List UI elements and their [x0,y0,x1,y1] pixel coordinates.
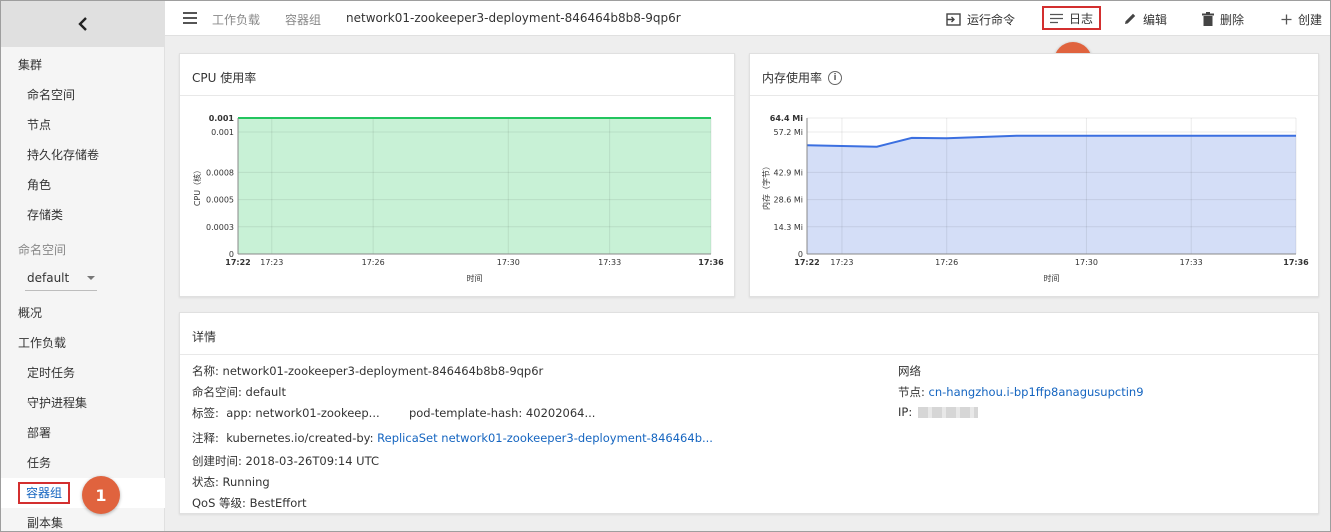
sidebar-item-cronjobs[interactable]: 定时任务 [1,357,165,387]
memory-usage-card: 内存使用率 i 0 14.3 Mi 28.6 Mi 42.9 Mi 57.2 Mi 64.… [749,53,1319,297]
detail-status: 状态: Running [192,475,270,489]
namespace-select[interactable]: default [25,265,97,291]
cpu-y-tick-label: 0.0003 [206,223,234,232]
cpu-x-tick-label: 17:26 [362,258,385,267]
label-chip-hash[interactable]: pod-template-hash: 40202064... [409,406,596,420]
caret-down-icon [87,275,95,280]
replicaset-link[interactable]: ReplicaSet network01-zookeeper3-deployme… [377,431,713,445]
mem-y-tick-label: 42.9 Mi [774,168,803,177]
detail-qos: QoS 等级: BestEffort [192,496,307,510]
mem-y-tick-label: 64.4 Mi [770,114,803,123]
menu-icon[interactable] [183,12,197,24]
exec-button[interactable]: 运行命令 [946,9,1015,29]
detail-namespace: 命名空间: default [192,385,286,399]
topbar: 工作负载 容器组 network01-zookeeper3-deployment… [165,1,1330,36]
logs-button[interactable]: 日志 [1042,6,1102,30]
cpu-y-axis-label: CPU（核） [192,166,202,206]
exec-icon [946,12,961,26]
sidebar: 集群 命名空间 节点 持久化存储卷 角色 存储类 命名空间 default 概况… [1,1,165,531]
cpu-usage-card: CPU 使用率 0 0.0003 0.0005 0.0008 0.001 0.001 17:… [179,53,735,297]
detail-created: 创建时间: 2018-03-26T09:14 UTC [192,454,379,468]
annotation-badge-1: 1 [82,476,120,514]
detail-labels: 标签: app: network01-zookeep... pod-templa… [192,406,596,420]
cpu-area [238,118,711,254]
cpu-x-tick-label: 17:23 [260,258,283,267]
mem-x-tick-label: 17:30 [1075,258,1098,267]
mem-y-tick-label: 28.6 Mi [774,196,803,205]
sidebar-item-replicasets[interactable]: 副本集 [1,507,165,531]
cpu-usage-chart: 00.00030.00050.00080.0010.00117:22 17:23 1… [192,114,724,283]
sidebar-item-namespaces[interactable]: 命名空间 [1,79,165,109]
details-title: 详情 [192,330,217,344]
app-window: 集群 命名空间 节点 持久化存储卷 角色 存储类 命名空间 default 概况… [0,0,1331,532]
create-button[interactable]: 创建 [1281,9,1322,29]
sidebar-item-overview[interactable]: 概况 [1,297,165,327]
sidebar-item-storage-classes[interactable]: 存储类 [1,199,165,229]
back-button[interactable] [1,1,165,47]
cpu-x-tick-label: 17:33 [598,258,621,267]
mem-y-tick-label: 57.2 Mi [774,128,803,137]
mem-x-axis-label: 时间 [1044,273,1060,283]
mem-x-tick-label: 17:33 [1180,258,1203,267]
node-link[interactable]: cn-hangzhou.i-bp1ffp8anagusupctin9 [929,385,1144,399]
memory-usage-chart: 014.3 Mi28.6 Mi42.9 Mi57.2 Mi64.4 Mi17:2… [761,114,1309,283]
edit-button[interactable]: 编辑 [1123,9,1167,29]
detail-annotations: 注释: kubernetes.io/created-by: ReplicaSet… [192,431,713,445]
info-icon[interactable]: i [828,70,843,85]
detail-node: 节点: cn-hangzhou.i-bp1ffp8anagusupctin9 [898,385,1144,399]
namespace-label: 命名空间 [18,242,67,257]
mem-x-tick-label: 17:23 [830,258,853,267]
cpu-y-tick-label: 0.001 [209,114,235,123]
mem-y-axis-label: 内存（字节） [761,162,771,210]
network-title: 网络 [898,364,921,378]
mem-y-tick-label: 14.3 Mi [774,223,803,232]
trash-icon [1202,12,1214,26]
cpu-x-tick-label: 17:22 [225,258,250,267]
pencil-icon [1125,13,1136,24]
detail-ip: IP: [898,405,979,419]
sidebar-item-roles[interactable]: 角色 [1,169,165,199]
sidebar-item-persistent-volumes[interactable]: 持久化存储卷 [1,139,165,169]
logs-icon [1050,13,1063,23]
chevron-left-icon [78,17,87,31]
breadcrumb-pods[interactable]: 容器组 [285,11,321,28]
cpu-x-tick-label: 17:30 [497,258,520,267]
sidebar-section-cluster[interactable]: 集群 [1,49,165,79]
cpu-y-tick-label: 0.0008 [206,168,234,177]
breadcrumb-workloads[interactable]: 工作负载 [212,11,260,28]
detail-name: 名称: network01-zookeeper3-deployment-8464… [192,364,544,378]
mem-x-tick-label: 17:36 [1283,258,1309,267]
mem-x-tick-label: 17:26 [935,258,958,267]
sidebar-item-jobs[interactable]: 任务 [1,447,165,477]
cpu-card-title: CPU 使用率 [192,71,257,85]
sidebar-item-nodes[interactable]: 节点 [1,109,165,139]
sidebar-item-deployments[interactable]: 部署 [1,417,165,447]
mem-area [807,135,1296,254]
memory-card-title: 内存使用率 i [762,69,843,86]
cpu-y-tick-label: 0.0005 [206,196,234,205]
sidebar-section-workloads[interactable]: 工作负载 [1,327,165,357]
cpu-y-tick-label: 0.001 [211,128,234,137]
sidebar-item-daemonsets[interactable]: 守护进程集 [1,387,165,417]
plus-icon [1281,14,1292,24]
details-card: 详情 名称: network01-zookeeper3-deployment-8… [179,312,1319,514]
label-chip-app[interactable]: app: network01-zookeep... [226,406,379,420]
mem-x-tick-label: 17:22 [794,258,819,267]
delete-button[interactable]: 删除 [1202,9,1244,29]
cpu-x-tick-label: 17:36 [698,258,724,267]
cpu-x-axis-label: 时间 [467,273,483,283]
redacted-ip [918,407,979,418]
breadcrumb-current: network01-zookeeper3-deployment-846464b8… [346,11,681,25]
